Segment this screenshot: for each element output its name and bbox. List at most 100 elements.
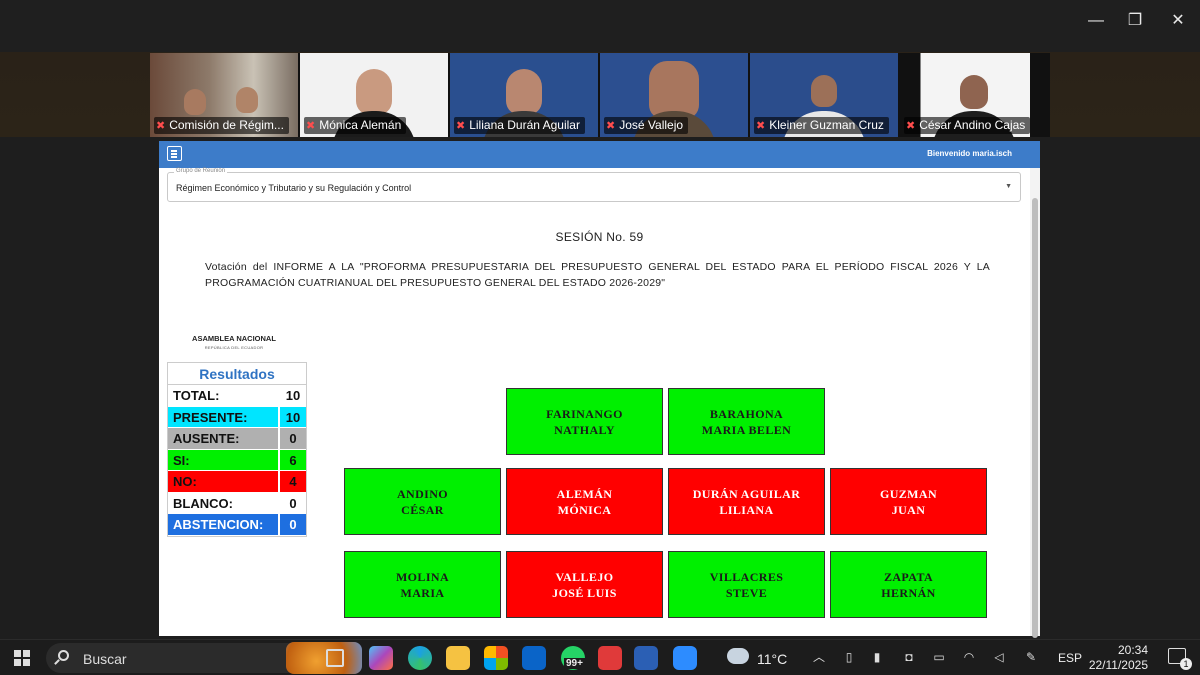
search-icon <box>58 650 69 661</box>
participant-tile[interactable]: ✖ Liliana Durán Aguilar <box>450 53 598 137</box>
member-vote-card: FARINANGO NATHALY <box>506 388 663 455</box>
results-row: NO: 4 <box>168 471 306 493</box>
weather-icon[interactable] <box>727 648 749 664</box>
search-placeholder: Buscar <box>83 651 127 667</box>
clock-time: 20:34 <box>1117 643 1148 657</box>
member-given-name: CÉSAR <box>401 502 444 517</box>
participant-tile[interactable]: ✖ Mónica Alemán <box>300 53 448 137</box>
word-icon[interactable] <box>634 646 658 670</box>
results-title: Resultados <box>168 363 306 385</box>
search-highlight-image[interactable] <box>286 642 362 674</box>
participant-name: Kleiner Guzman Cruz <box>769 118 884 132</box>
edge-icon[interactable] <box>408 646 432 670</box>
org-name: ASAMBLEA NACIONAL <box>192 334 276 343</box>
member-given-name: LILIANA <box>719 502 774 517</box>
member-vote-card: ANDINO CÉSAR <box>344 468 501 535</box>
copilot-icon[interactable] <box>369 646 393 670</box>
member-surname: ALEMÁN <box>556 486 613 501</box>
device-icon[interactable]: ▯ <box>842 650 856 664</box>
chevron-down-icon[interactable]: ▼ <box>1005 183 1012 190</box>
whatsapp-badge: 99+ <box>564 658 585 669</box>
battery-icon[interactable]: ▭ <box>932 650 946 664</box>
mic-muted-icon: ✖ <box>756 120 766 132</box>
participant-strip: ✖ Comisión de Régim... ✖ Mónica Alemán ✖ Li… <box>150 53 1050 137</box>
member-surname: ANDINO <box>396 486 449 501</box>
results-row: SI: 6 <box>168 449 306 471</box>
results-row: AUSENTE: 0 <box>168 428 306 450</box>
member-given-name: JOSÉ LUIS <box>552 585 617 600</box>
member-surname: DURÁN AGUILAR <box>692 486 801 501</box>
outlook-icon[interactable] <box>522 646 546 670</box>
participant-name: Mónica Alemán <box>319 118 402 132</box>
member-surname: VALLEJO <box>555 569 614 584</box>
org-subtitle: REPÚBLICA DEL ECUADOR <box>204 345 264 350</box>
pen-icon[interactable]: ✎ <box>1024 650 1038 664</box>
volume-icon[interactable]: ◁ <box>992 650 1006 664</box>
mic-muted-icon: ✖ <box>606 120 616 132</box>
wifi-icon[interactable]: ◠ <box>962 650 976 664</box>
chevron-up-icon[interactable]: ︿ <box>812 650 826 664</box>
member-vote-card: ALEMÁN MÓNICA <box>506 468 663 535</box>
results-label: NO: <box>173 474 197 489</box>
participant-tile[interactable]: ✖ José Vallejo <box>600 53 748 137</box>
taskbar-search[interactable]: Buscar <box>46 642 362 674</box>
member-given-name: JUAN <box>891 502 926 517</box>
maximize-button[interactable]: ❐ <box>1122 8 1148 34</box>
vote-title: Votación del INFORME A LA "PROFORMA PRES… <box>205 261 990 289</box>
member-surname: BARAHONA <box>709 406 784 421</box>
minimize-button[interactable]: — <box>1083 8 1109 34</box>
language-indicator[interactable]: ESP <box>1058 651 1082 665</box>
results-label: ABSTENCION: <box>173 517 264 532</box>
participant-tile[interactable]: ✖ Comisión de Régim... <box>150 53 298 137</box>
weather-temperature: 11°C <box>757 651 788 667</box>
camera-icon[interactable]: ◘ <box>902 650 916 664</box>
results-value: 4 <box>278 471 306 492</box>
group-select-label: Grupo de Reunión <box>174 168 228 174</box>
member-vote-card: DURÁN AGUILAR LILIANA <box>668 468 825 535</box>
clock[interactable]: 20:34 22/11/2025 <box>1089 643 1148 673</box>
clock-date: 22/11/2025 <box>1088 658 1148 672</box>
group-select[interactable]: Grupo de Reunión Régimen Económico y Tri… <box>167 168 1021 202</box>
member-surname: ZAPATA <box>883 569 934 584</box>
member-vote-card: VALLEJO JOSÉ LUIS <box>506 551 663 618</box>
member-surname: VILLACRES <box>709 569 784 584</box>
results-row: ABSTENCION: 0 <box>168 514 306 536</box>
anydesk-icon[interactable] <box>598 646 622 670</box>
voting-app: Bienvenido maria.isch Grupo de Reunión R… <box>159 141 1040 638</box>
member-vote-card: ZAPATA HERNÁN <box>830 551 987 618</box>
menu-icon[interactable] <box>167 146 182 161</box>
member-surname: GUZMAN <box>879 486 938 501</box>
results-value: 10 <box>278 406 306 427</box>
microphone-icon[interactable]: ▮ <box>870 650 884 664</box>
member-given-name: MÓNICA <box>557 502 612 517</box>
results-label: SI: <box>173 452 190 468</box>
windows-start-icon[interactable] <box>14 650 30 666</box>
mic-muted-icon: ✖ <box>906 120 916 132</box>
results-label: AUSENTE: <box>173 431 240 446</box>
zoom-icon[interactable] <box>673 646 697 670</box>
results-value: 0 <box>278 428 306 449</box>
task-view-icon[interactable] <box>326 649 344 667</box>
scrollbar-thumb[interactable] <box>1032 198 1038 638</box>
store-icon[interactable] <box>484 646 508 670</box>
member-given-name: HERNÁN <box>881 585 936 600</box>
member-given-name: MARIA BELEN <box>701 422 792 437</box>
member-vote-card: GUZMAN JUAN <box>830 468 987 535</box>
member-vote-card: BARAHONA MARIA BELEN <box>668 388 825 455</box>
results-row: TOTAL: 10 <box>168 385 306 407</box>
results-label: BLANCO: <box>173 495 233 511</box>
window-titlebar: — ❐ ✕ <box>0 0 1200 52</box>
results-value: 10 <box>278 385 306 406</box>
participant-tile[interactable]: ✖ Kleiner Guzman Cruz <box>750 53 898 137</box>
participant-tile[interactable]: ✖ César Andino Cajas <box>900 53 1048 137</box>
results-row: BLANCO: 0 <box>168 492 306 514</box>
file-explorer-icon[interactable] <box>446 646 470 670</box>
results-label: TOTAL: <box>173 388 220 403</box>
participant-name: José Vallejo <box>619 118 684 132</box>
notification-badge: 1 <box>1180 658 1192 670</box>
participant-name: Liliana Durán Aguilar <box>469 118 580 132</box>
member-vote-card: VILLACRES STEVE <box>668 551 825 618</box>
welcome-text: Bienvenido maria.isch <box>927 149 1012 158</box>
mic-muted-icon: ✖ <box>156 120 166 132</box>
close-button[interactable]: ✕ <box>1165 8 1191 34</box>
